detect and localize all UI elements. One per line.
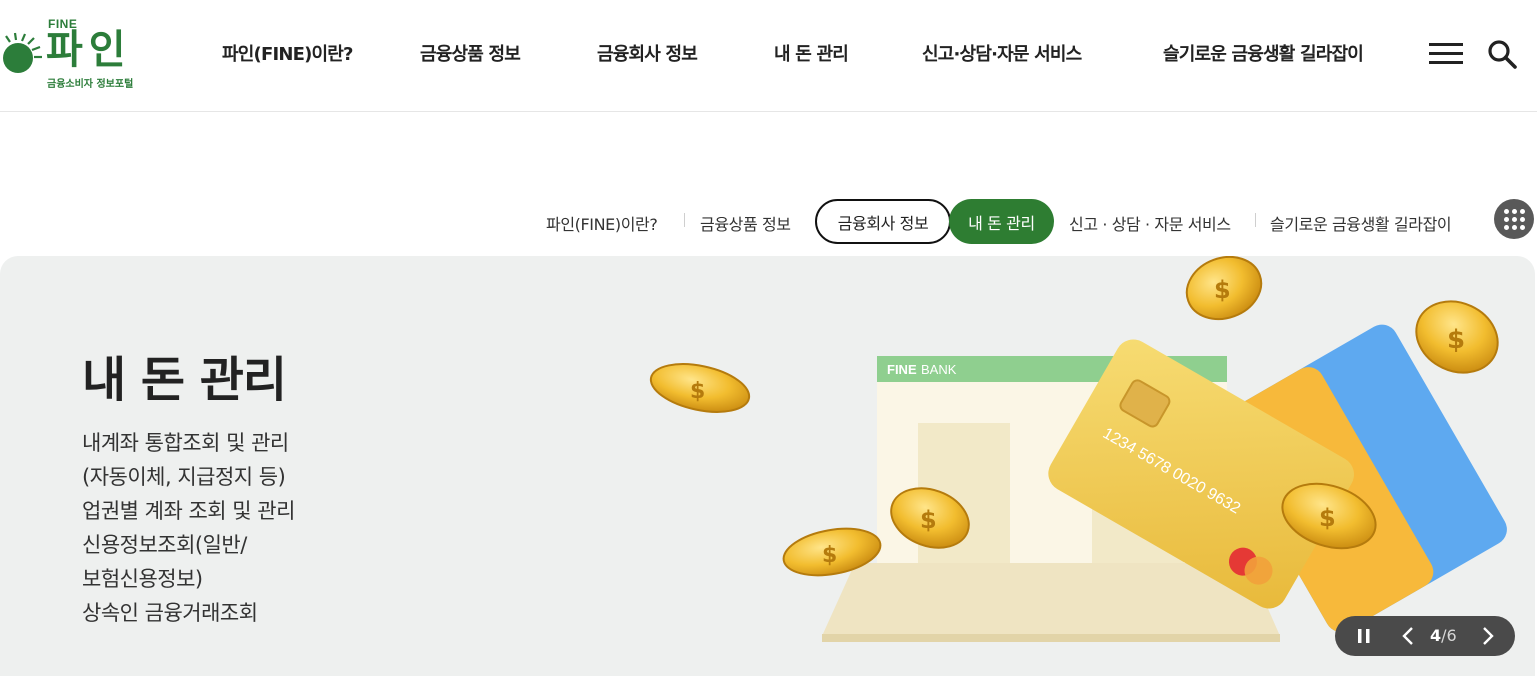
banner-line: 상속인 금융거래조회 bbox=[82, 601, 258, 625]
svg-text:$: $ bbox=[690, 379, 705, 404]
logo-sunburst-icon bbox=[3, 32, 42, 73]
subnav-divider bbox=[1255, 213, 1256, 227]
gnb-item-products[interactable]: 금융상품 정보 bbox=[420, 40, 521, 66]
svg-text:$: $ bbox=[1214, 276, 1231, 304]
subnav-item-products[interactable]: 금융상품 정보 bbox=[700, 211, 791, 235]
svg-text:$: $ bbox=[822, 543, 837, 568]
hamburger-menu-icon[interactable] bbox=[1429, 42, 1465, 68]
subnav-item-about[interactable]: 파인(FINE)이란? bbox=[546, 211, 658, 235]
chevron-right-icon[interactable] bbox=[1471, 616, 1505, 656]
subnav-divider bbox=[684, 213, 685, 227]
carousel-pager: 4/6 bbox=[1430, 626, 1457, 645]
banner-title: 내 돈 관리 bbox=[82, 352, 287, 408]
pause-icon[interactable] bbox=[1347, 616, 1381, 656]
gnb-item-guide[interactable]: 슬기로운 금융생활 길라잡이 bbox=[1163, 40, 1364, 66]
banner-illustration: FINE BANK 1234 5678 0020 9632 $ $ $ $ $ … bbox=[649, 256, 1507, 642]
screen-label-bank: BANK bbox=[921, 362, 957, 377]
fine-logo[interactable]: FINE 파인 금융소비자 정보포털 bbox=[0, 14, 150, 94]
coin-icon: $ bbox=[1415, 300, 1499, 374]
subnav-item-guide[interactable]: 슬기로운 금융생활 길라잡이 bbox=[1270, 211, 1452, 235]
svg-text:$: $ bbox=[1447, 325, 1465, 355]
gnb-item-my-money[interactable]: 내 돈 관리 bbox=[774, 40, 849, 66]
subnav-item-report-consult[interactable]: 신고 · 상담 · 자문 서비스 bbox=[1069, 211, 1231, 235]
logo-subtitle: 금융소비자 정보포털 bbox=[47, 79, 134, 90]
gnb-item-report-consult[interactable]: 신고·상담·자문 서비스 bbox=[922, 40, 1082, 66]
banner-line: 신용정보조회(일반/ bbox=[82, 533, 247, 557]
banner-line: 보험신용정보) bbox=[82, 567, 203, 591]
logo-main-text: 파인 bbox=[46, 27, 132, 73]
coin-icon: $ bbox=[649, 363, 751, 413]
screen-label-fine: FINE bbox=[887, 362, 917, 377]
site-header: FINE 파인 금융소비자 정보포털 파인(FINE)이란? 금융상품 정보 금… bbox=[0, 0, 1537, 112]
subnav-item-my-money[interactable]: 내 돈 관리 bbox=[949, 199, 1054, 244]
banner-description: 내계좌 통합조회 및 관리 (자동이체, 지급정지 등) 업권별 계좌 조회 및… bbox=[82, 426, 295, 630]
banner-line: 업권별 계좌 조회 및 관리 bbox=[82, 499, 295, 523]
gnb-item-companies[interactable]: 금융회사 정보 bbox=[597, 40, 698, 66]
sub-nav: 파인(FINE)이란? 금융상품 정보 금융회사 정보 내 돈 관리 신고 · … bbox=[0, 198, 1537, 246]
coin-icon: $ bbox=[1185, 256, 1263, 321]
svg-text:$: $ bbox=[920, 506, 937, 534]
carousel-controls: 4/6 bbox=[1335, 616, 1515, 656]
svg-text:$: $ bbox=[1319, 504, 1336, 532]
subnav-item-companies[interactable]: 금융회사 정보 bbox=[815, 199, 951, 244]
banner-line: 내계좌 통합조회 및 관리 bbox=[82, 431, 289, 455]
search-icon[interactable] bbox=[1486, 38, 1518, 70]
hero-banner: 내 돈 관리 내계좌 통합조회 및 관리 (자동이체, 지급정지 등) 업권별 … bbox=[0, 256, 1535, 676]
banner-line: (자동이체, 지급정지 등) bbox=[82, 465, 286, 489]
gnb-item-about[interactable]: 파인(FINE)이란? bbox=[222, 40, 354, 66]
chevron-left-icon[interactable] bbox=[1391, 616, 1425, 656]
pager-total: 6 bbox=[1446, 626, 1457, 645]
pager-current: 4 bbox=[1430, 626, 1442, 645]
grid-apps-icon[interactable] bbox=[1494, 199, 1534, 239]
